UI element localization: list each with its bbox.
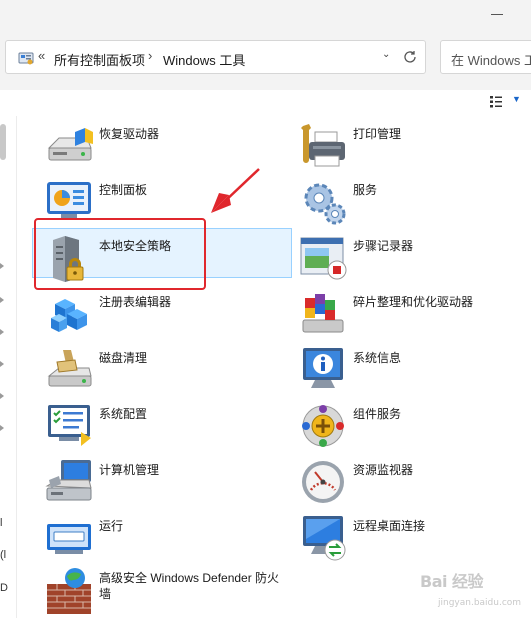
view-options-icon[interactable] [490,96,504,108]
nav-scrollbar-thumb[interactable] [0,124,6,160]
item-label: 系统配置 [99,407,148,421]
nav-expand-icon[interactable] [0,393,4,400]
item-component-services[interactable]: 组件服务 [299,402,519,452]
item-resource-monitor[interactable]: 资源监视器 [299,458,519,508]
remote-desktop-icon [303,516,346,561]
search-placeholder: 在 Windows 工具 [451,53,531,68]
annotation-arrow-icon [211,168,260,213]
address-dropdown-icon[interactable]: ⌄ [382,49,390,60]
item-label: 运行 [99,519,124,533]
item-label: 组件服务 [353,407,402,421]
recorder-icon [300,237,347,280]
control-panel-small-icon [18,52,34,65]
view-dropdown-icon[interactable]: ▼ [512,94,521,104]
watermark-url: jingyan.baidu.com [438,598,522,608]
firewall-icon [47,568,91,614]
nav-expand-icon[interactable] [0,297,4,304]
minimize-button[interactable] [491,14,503,15]
title-bar [0,0,531,28]
item-label: 高级安全 Windows Defender 防火墙 [99,571,280,601]
address-bar[interactable]: « 所有控制面板项 › Windows 工具 ⌄ [5,40,426,74]
item-system-information[interactable]: 系统信息 [299,346,519,396]
item-defender-firewall[interactable]: 高级安全 Windows Defender 防火墙 [45,566,285,616]
disk-cleanup-icon [47,350,92,387]
drive-icon [47,128,93,161]
refresh-icon[interactable] [402,49,418,65]
item-run[interactable]: 运行 [45,514,245,564]
item-defragment[interactable]: 碎片整理和优化驱动器 [299,290,529,340]
item-remote-desktop[interactable]: 远程桌面连接 [299,514,519,564]
computer-mgmt-icon [45,460,92,501]
info-monitor-icon [303,348,343,388]
item-label: 资源监视器 [353,463,414,477]
command-bar [0,90,531,116]
item-label: 磁盘清理 [99,351,148,365]
run-icon [47,524,91,554]
nav-expand-icon[interactable] [0,361,4,368]
nav-edge-text: D [0,582,8,594]
component-icon [302,405,344,447]
breadcrumb-separator[interactable]: › [148,48,152,63]
defrag-icon [302,294,344,333]
printer-icon [301,124,345,167]
breadcrumb-all-control-panel[interactable]: 所有控制面板项 [54,50,145,69]
watermark-brand: Bai 经验 [420,572,484,591]
address-row: « 所有控制面板项 › Windows 工具 ⌄ 在 Windows 工具 [0,28,531,91]
config-monitor-icon [48,405,91,446]
gears-icon [304,183,346,225]
search-field[interactable]: 在 Windows 工具 [440,40,531,74]
item-system-configuration[interactable]: 系统配置 [45,402,245,452]
watermark: Bai 经验 jingyan.baidu.com [420,562,528,612]
nav-edge-text: (l [0,549,7,561]
item-services[interactable]: 服务 [299,178,519,228]
item-label: 系统信息 [353,351,402,365]
item-label: 注册表编辑器 [99,295,172,309]
breadcrumb-overflow[interactable]: « [38,48,45,63]
item-computer-management[interactable]: 计算机管理 [45,458,245,508]
annotation-highlight-box [34,218,206,290]
item-label: 碎片整理和优化驱动器 [353,295,474,309]
item-label: 控制面板 [99,183,148,197]
nav-edge-text: l [0,517,3,529]
item-label: 步骤记录器 [353,239,414,253]
item-label: 远程桌面连接 [353,519,426,533]
gauge-icon [302,461,344,503]
item-print-management[interactable]: 打印管理 [299,122,519,172]
item-steps-recorder[interactable]: 步骤记录器 [299,234,519,284]
nav-expand-icon[interactable] [0,329,4,336]
item-label: 打印管理 [353,127,402,141]
item-registry-editor[interactable]: 注册表编辑器 [45,290,245,340]
cubes-icon [51,299,87,332]
nav-expand-icon[interactable] [0,263,4,270]
item-label: 恢复驱动器 [99,127,160,141]
breadcrumb-windows-tools[interactable]: Windows 工具 [163,50,245,69]
item-label: 计算机管理 [99,463,160,477]
item-label: 服务 [353,183,378,197]
nav-expand-icon[interactable] [0,425,4,432]
item-disk-cleanup[interactable]: 磁盘清理 [45,346,245,396]
